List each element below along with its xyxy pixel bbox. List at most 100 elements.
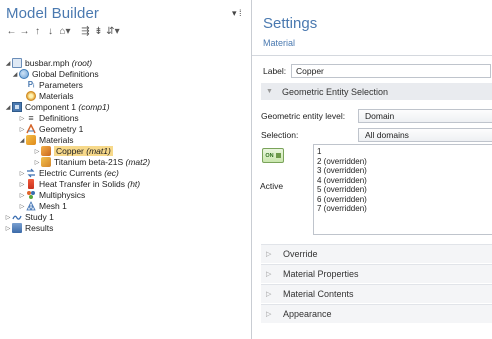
section-appearance[interactable]: ▷ Appearance <box>261 304 492 323</box>
active-toggle-button[interactable]: ON <box>262 148 284 163</box>
list-item[interactable]: 4 (overridden) <box>317 176 492 186</box>
list-item[interactable]: 6 (overridden) <box>317 195 492 205</box>
expand-toggle-icon[interactable]: ◢ <box>4 104 12 111</box>
show-more-icon[interactable]: ⌂▾ <box>57 25 73 39</box>
section-collapsed-icon: ▷ <box>266 291 272 298</box>
expand-toggle-icon[interactable]: ◢ <box>11 71 19 78</box>
geometry-icon <box>26 123 36 134</box>
tree-item-label: Titanium beta-21S <box>54 157 124 167</box>
expand-toggle-icon[interactable]: ◢ <box>18 137 26 144</box>
section-label: Material Properties <box>283 269 359 279</box>
active-label: Active <box>260 181 284 191</box>
definitions-icon: ≡ <box>28 113 34 123</box>
collapse-toggle-icon[interactable]: ▷ <box>33 148 41 155</box>
collapse-toggle-icon[interactable]: ▷ <box>4 214 12 221</box>
section-override[interactable]: ▷ Override <box>261 244 492 263</box>
tree-item-label: busbar.mph <box>25 58 70 68</box>
tree-item-label: Study 1 <box>25 212 54 222</box>
model-builder-title: Model Builder <box>6 5 100 22</box>
parameters-icon: Pᵢ <box>27 80 35 89</box>
move-down-icon[interactable]: ↓ <box>44 25 57 39</box>
section-material-contents[interactable]: ▷ Material Contents <box>261 284 492 303</box>
list-item[interactable]: 1 <box>317 147 492 157</box>
globe-icon <box>19 69 29 79</box>
section-material-properties[interactable]: ▷ Material Properties <box>261 264 492 283</box>
mesh-icon <box>26 201 36 211</box>
settings-divider <box>252 55 492 56</box>
tree-options-icon[interactable]: ⇵▾ <box>105 25 121 39</box>
tree-item-label: Geometry 1 <box>39 124 84 134</box>
geometric-entity-section-header[interactable]: ▼ Geometric Entity Selection <box>261 83 492 100</box>
collapse-toggle-icon[interactable]: ▷ <box>18 126 26 133</box>
selection-select[interactable]: All domains <box>358 128 492 142</box>
heat-transfer-icon <box>28 179 34 189</box>
tree-item-label: Global Definitions <box>32 69 99 79</box>
titanium-material-icon <box>41 157 51 167</box>
collapse-toggle-icon[interactable]: ▷ <box>18 203 26 210</box>
section-label: Appearance <box>283 309 332 319</box>
label-key: Label: <box>263 66 287 76</box>
section-label: Geometric Entity Selection <box>282 86 389 97</box>
selection-label: Selection: <box>261 130 299 140</box>
materials-icon <box>26 91 36 101</box>
collapse-all-icon[interactable]: ⇟ <box>92 25 105 39</box>
selection-listbox[interactable]: 1 2 (overridden) 3 (overridden) 4 (overr… <box>313 144 492 235</box>
multiphysics-icon <box>26 190 36 200</box>
tree-item-label: Electric Currents <box>39 168 102 178</box>
tree-item-label: Materials <box>39 91 74 101</box>
back-arrow-icon[interactable]: ← <box>5 25 18 39</box>
expand-all-icon[interactable]: ⇶ <box>79 25 92 39</box>
collapse-toggle-icon[interactable]: ▷ <box>18 192 26 199</box>
collapse-toggle-icon[interactable]: ▷ <box>18 181 26 188</box>
study-icon <box>12 212 22 222</box>
section-label: Material Contents <box>283 289 354 299</box>
active-toggle-on-text: ON <box>265 152 274 159</box>
label-field[interactable]: Copper <box>291 64 491 78</box>
results-icon <box>12 223 22 233</box>
tree-item-tag: (mat2) <box>125 157 151 167</box>
tree-item-tag: (comp1) <box>78 102 110 112</box>
collapse-toggle-icon[interactable]: ▷ <box>18 115 26 122</box>
tree-item-tag: (mat1) <box>86 146 111 156</box>
materials-folder-icon <box>26 135 36 145</box>
expand-toggle-icon[interactable]: ◢ <box>4 60 12 67</box>
tree-item-label: Copper <box>56 146 84 156</box>
tree-item-label: Mesh 1 <box>39 201 67 211</box>
copper-material-icon <box>41 146 51 156</box>
tree-item-tag: (ht) <box>127 179 141 189</box>
list-item[interactable]: 2 (overridden) <box>317 157 492 167</box>
tree-item-label: Parameters <box>39 80 83 90</box>
list-item[interactable]: 3 (overridden) <box>317 166 492 176</box>
settings-subtitle: Material <box>263 38 296 48</box>
model-builder-toolbar: ← → ↑ ↓ ⌂▾ ⇶ ⇟ ⇵▾ <box>5 25 121 39</box>
collapse-toggle-icon[interactable]: ▷ <box>33 159 41 166</box>
tree-item-label: Component 1 <box>25 102 77 112</box>
section-collapsed-icon: ▷ <box>266 311 272 318</box>
tree-item-results[interactable]: ▷ Results <box>4 222 53 234</box>
electric-currents-icon <box>26 168 36 178</box>
move-up-icon[interactable]: ↑ <box>31 25 44 39</box>
tree-item-label: Results <box>25 223 54 233</box>
section-expanded-icon: ▼ <box>266 88 273 95</box>
entity-level-label: Geometric entity level: <box>261 111 346 121</box>
tree-item-label: Materials <box>39 135 74 145</box>
section-label: Override <box>283 249 318 259</box>
tree-item-label: Definitions <box>39 113 79 123</box>
mph-file-icon <box>12 58 22 68</box>
collapse-toggle-icon[interactable]: ▷ <box>18 170 26 177</box>
toggle-square-icon <box>275 153 281 158</box>
list-item[interactable]: 5 (overridden) <box>317 185 492 195</box>
section-collapsed-icon: ▷ <box>266 271 272 278</box>
section-collapsed-icon: ▷ <box>266 251 272 258</box>
label-row: Label: Copper <box>263 64 491 78</box>
component-icon <box>12 102 22 112</box>
forward-arrow-icon[interactable]: → <box>18 25 31 39</box>
entity-level-select[interactable]: Domain <box>358 109 492 123</box>
tree-item-tag: (ec) <box>104 168 119 178</box>
settings-title: Settings <box>263 15 318 32</box>
model-builder-panel: Model Builder ▾ ⁞ ← → ↑ ↓ ⌂▾ ⇶ ⇟ ⇵▾ ◢ bu… <box>0 0 251 339</box>
collapse-toggle-icon[interactable]: ▷ <box>4 225 12 232</box>
panel-menu-icon[interactable]: ▾ ⁞ <box>232 8 242 19</box>
tree-item-label: Heat Transfer in Solids <box>39 179 125 189</box>
list-item[interactable]: 7 (overridden) <box>317 204 492 214</box>
